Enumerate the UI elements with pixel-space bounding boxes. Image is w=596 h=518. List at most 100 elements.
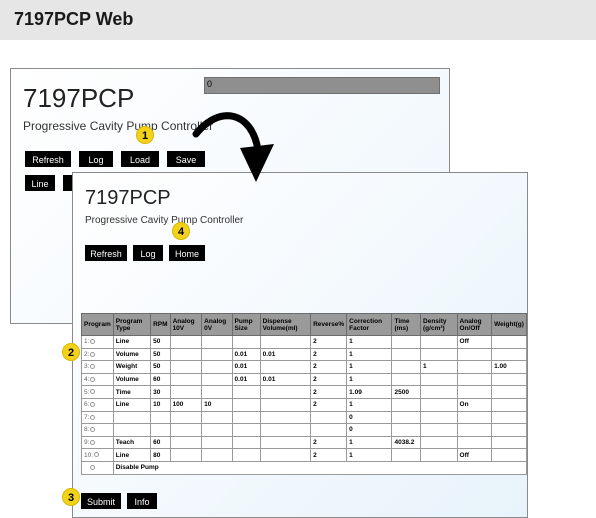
table-cell bbox=[169, 372, 203, 387]
load-button[interactable]: Load bbox=[121, 151, 159, 167]
program-select-cell[interactable]: 9: bbox=[81, 435, 114, 450]
disable-pump-select-cell[interactable] bbox=[81, 460, 114, 475]
radio-button-icon[interactable] bbox=[90, 402, 96, 408]
radio-button-icon[interactable] bbox=[94, 452, 100, 458]
front-window-subtitle: Progressive Cavity Pump Controller bbox=[85, 215, 244, 226]
column-header: Analog 10V bbox=[169, 313, 203, 336]
table-cell: Line bbox=[112, 335, 152, 349]
table-cell: 2 bbox=[310, 347, 348, 362]
table-cell: 1 bbox=[420, 360, 458, 374]
program-select-cell[interactable]: 3: bbox=[81, 360, 114, 374]
table-cell bbox=[420, 347, 458, 362]
program-select-cell[interactable]: 7: bbox=[81, 410, 114, 425]
table-cell: Line bbox=[112, 448, 152, 462]
table-row: 4: Volume 60 0.01 0.01 2 1 bbox=[81, 372, 527, 387]
radio-button-icon[interactable] bbox=[90, 465, 95, 471]
radio-button-icon[interactable] bbox=[90, 414, 96, 420]
submit-button[interactable]: Submit bbox=[81, 493, 121, 509]
table-cell: Volume bbox=[112, 372, 152, 387]
table-cell bbox=[259, 360, 312, 374]
table-cell bbox=[231, 423, 261, 437]
info-button[interactable]: Info bbox=[127, 493, 157, 509]
home-button[interactable]: Home bbox=[169, 245, 205, 261]
table-cell: 0.01 bbox=[259, 347, 312, 362]
table-cell: 1 bbox=[346, 397, 393, 412]
table-cell bbox=[169, 385, 203, 399]
table-cell bbox=[150, 410, 171, 425]
table-cell: 2500 bbox=[391, 385, 422, 399]
table-cell bbox=[259, 335, 312, 349]
program-table: Program Program Type RPM Analog 10V Anal… bbox=[81, 313, 528, 475]
front-log-button[interactable]: Log bbox=[133, 245, 163, 261]
program-select-cell[interactable]: 8: bbox=[81, 423, 114, 437]
table-cell bbox=[231, 448, 261, 462]
table-cell: 2 bbox=[310, 360, 348, 374]
table-cell: 10 bbox=[150, 397, 171, 412]
table-cell bbox=[456, 423, 493, 437]
program-number: 7: bbox=[84, 413, 90, 421]
table-cell: 0.01 bbox=[259, 372, 312, 387]
radio-button-icon[interactable] bbox=[90, 427, 96, 433]
front-refresh-button[interactable]: Refresh bbox=[85, 245, 127, 261]
table-cell bbox=[456, 372, 493, 387]
table-cell: 2 bbox=[310, 448, 348, 462]
column-header: Dispense Volume(ml) bbox=[259, 313, 312, 336]
table-cell bbox=[201, 410, 233, 425]
table-cell bbox=[169, 347, 203, 362]
table-cell: Off bbox=[456, 335, 493, 349]
table-cell bbox=[201, 372, 233, 387]
front-window-title: 7197PCP bbox=[85, 187, 171, 209]
program-line-button[interactable]: Line bbox=[25, 175, 55, 191]
progress-value: 0 bbox=[207, 79, 213, 89]
table-row: 8: 0 bbox=[81, 423, 527, 437]
log-button[interactable]: Log bbox=[79, 151, 113, 167]
program-select-cell[interactable]: 6: bbox=[81, 397, 114, 412]
column-header: Density (g/cm³) bbox=[420, 313, 458, 336]
table-cell bbox=[169, 435, 203, 450]
table-cell bbox=[491, 397, 527, 412]
table-cell bbox=[391, 347, 422, 362]
radio-button-icon[interactable] bbox=[90, 339, 96, 345]
callout-badge-1: 1 bbox=[136, 126, 154, 144]
table-cell bbox=[231, 335, 261, 349]
program-select-cell[interactable]: 5: bbox=[81, 385, 114, 399]
table-cell: 50 bbox=[150, 335, 171, 349]
table-cell: 2 bbox=[310, 385, 348, 399]
program-number: 9: bbox=[84, 439, 90, 447]
table-cell bbox=[112, 423, 152, 437]
program-number: 4: bbox=[84, 376, 90, 384]
program-select-cell[interactable]: 1: bbox=[81, 335, 114, 349]
program-number: 1: bbox=[84, 338, 90, 346]
column-header: Program Type bbox=[112, 313, 152, 336]
table-cell: 1.09 bbox=[346, 385, 393, 399]
column-header: Analog On/Off bbox=[456, 313, 493, 336]
table-cell bbox=[201, 335, 233, 349]
table-cell: 1 bbox=[346, 372, 393, 387]
table-cell: 30 bbox=[150, 385, 171, 399]
table-cell: Time bbox=[112, 385, 152, 399]
table-cell: Weight bbox=[112, 360, 152, 374]
table-cell bbox=[259, 448, 312, 462]
radio-button-icon[interactable] bbox=[90, 439, 96, 445]
radio-button-icon[interactable] bbox=[90, 351, 96, 357]
refresh-button[interactable]: Refresh bbox=[25, 151, 71, 167]
radio-button-icon[interactable] bbox=[90, 389, 96, 395]
table-cell: 2 bbox=[310, 372, 348, 387]
table-cell: 1 bbox=[346, 360, 393, 374]
radio-button-icon[interactable] bbox=[90, 364, 96, 370]
table-cell: 0.01 bbox=[231, 347, 261, 362]
table-cell bbox=[201, 347, 233, 362]
table-cell bbox=[391, 335, 422, 349]
table-cell: 2 bbox=[310, 397, 348, 412]
program-number: 5: bbox=[84, 388, 90, 396]
radio-button-icon[interactable] bbox=[90, 376, 96, 382]
column-header: Pump Size bbox=[231, 313, 261, 336]
table-cell bbox=[420, 385, 458, 399]
table-cell bbox=[491, 385, 527, 399]
program-select-cell[interactable]: 2: bbox=[81, 347, 114, 362]
table-cell bbox=[231, 385, 261, 399]
program-select-cell[interactable]: 10: bbox=[81, 448, 114, 462]
program-select-cell[interactable]: 4: bbox=[81, 372, 114, 387]
table-cell bbox=[491, 347, 527, 362]
column-header: RPM bbox=[150, 313, 171, 336]
